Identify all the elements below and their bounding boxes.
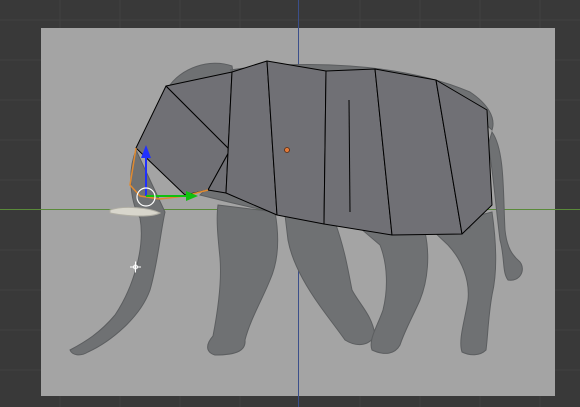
mesh-object[interactable] xyxy=(135,60,493,236)
mesh-face[interactable] xyxy=(266,60,327,225)
3d-viewport[interactable] xyxy=(0,0,580,407)
object-origin[interactable] xyxy=(284,147,290,153)
scene-overlay xyxy=(0,0,580,407)
